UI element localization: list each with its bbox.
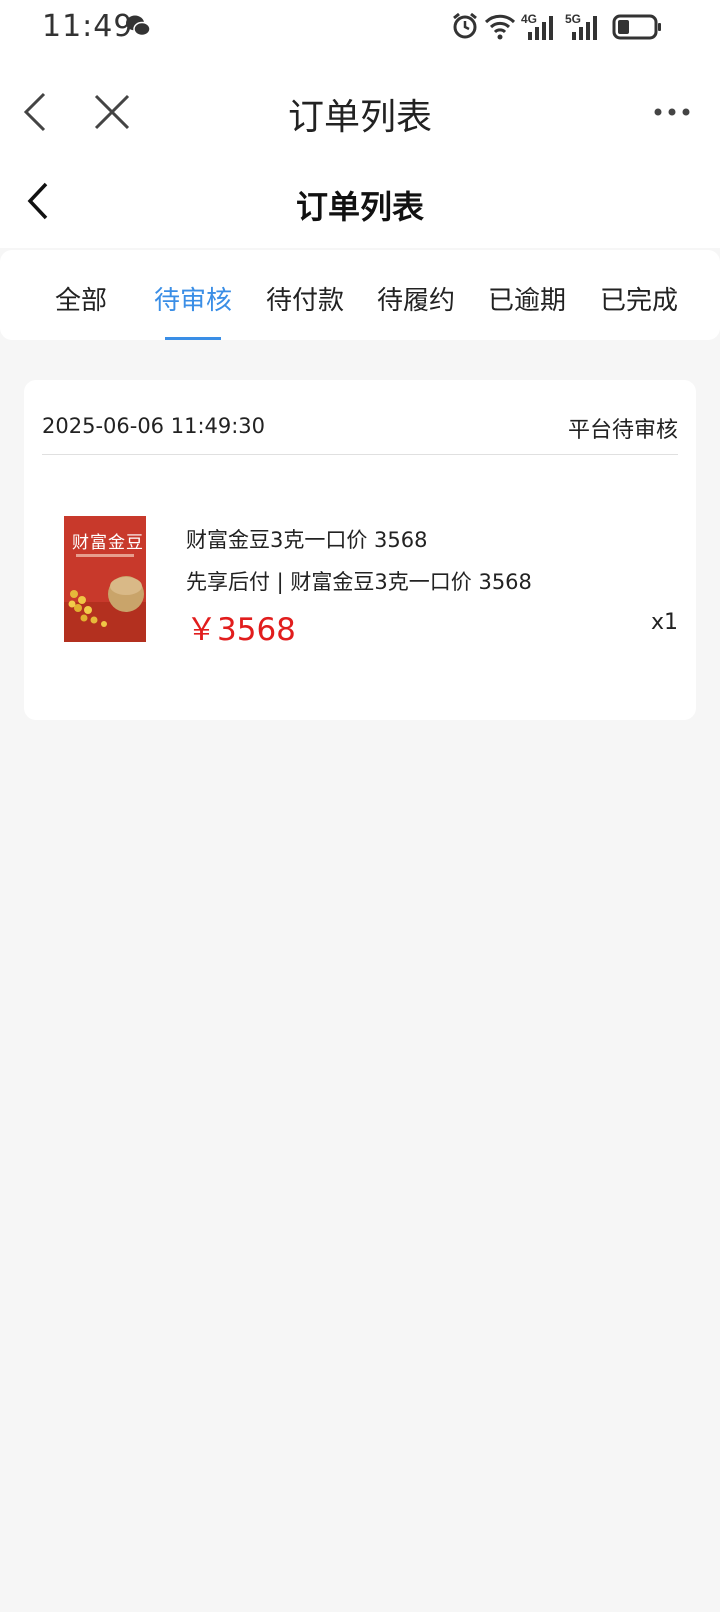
product-image[interactable]: 财富金豆	[64, 516, 146, 642]
product-quantity: x1	[650, 610, 678, 635]
product-name: 财富金豆3克一口价 3568	[186, 528, 428, 552]
more-icon[interactable]	[652, 104, 692, 120]
tab-overdue[interactable]: 已逾期	[488, 280, 566, 317]
order-status-label: 平台待审核	[567, 418, 678, 443]
svg-text:5G: 5G	[565, 12, 581, 26]
active-tab-indicator	[165, 337, 221, 340]
svg-text:4G: 4G	[521, 12, 537, 26]
webview-nav-bar: 订单列表	[0, 56, 720, 168]
product-image-brand: 财富金豆	[72, 533, 144, 553]
order-card[interactable]: 2025-06-06 11:49:30 平台待审核 财富金豆 财富金豆3克一口价…	[24, 380, 696, 720]
alarm-icon	[453, 12, 477, 39]
5g-signal-icon: 5G	[565, 12, 597, 40]
4g-signal-icon: 4G	[521, 12, 553, 40]
order-datetime: 2025-06-06 11:49:30	[42, 414, 266, 438]
tab-pending-review[interactable]: 待审核	[154, 280, 232, 317]
wifi-icon	[484, 14, 516, 40]
page-header: 订单列表	[0, 168, 720, 248]
divider	[42, 454, 678, 455]
tab-all[interactable]: 全部	[55, 280, 107, 317]
battery-icon	[612, 14, 661, 40]
tab-pending-fulfillment[interactable]: 待履约	[377, 280, 455, 317]
webview-title: 订单列表	[287, 97, 432, 138]
product-price: ￥3568	[186, 612, 296, 648]
page-title: 订单列表	[295, 188, 424, 226]
status-bar: 11:49 4G 5G	[0, 0, 720, 56]
order-status-tabs: 全部 待审核 待付款 待履约 已逾期 已完成	[0, 250, 720, 340]
tab-completed[interactable]: 已完成	[600, 280, 678, 317]
product-description: 先享后付 | 财富金豆3克一口价 3568	[186, 570, 532, 594]
tab-pending-payment[interactable]: 待付款	[266, 280, 344, 317]
status-time: 11:49	[42, 9, 134, 44]
wechat-icon	[126, 15, 151, 37]
